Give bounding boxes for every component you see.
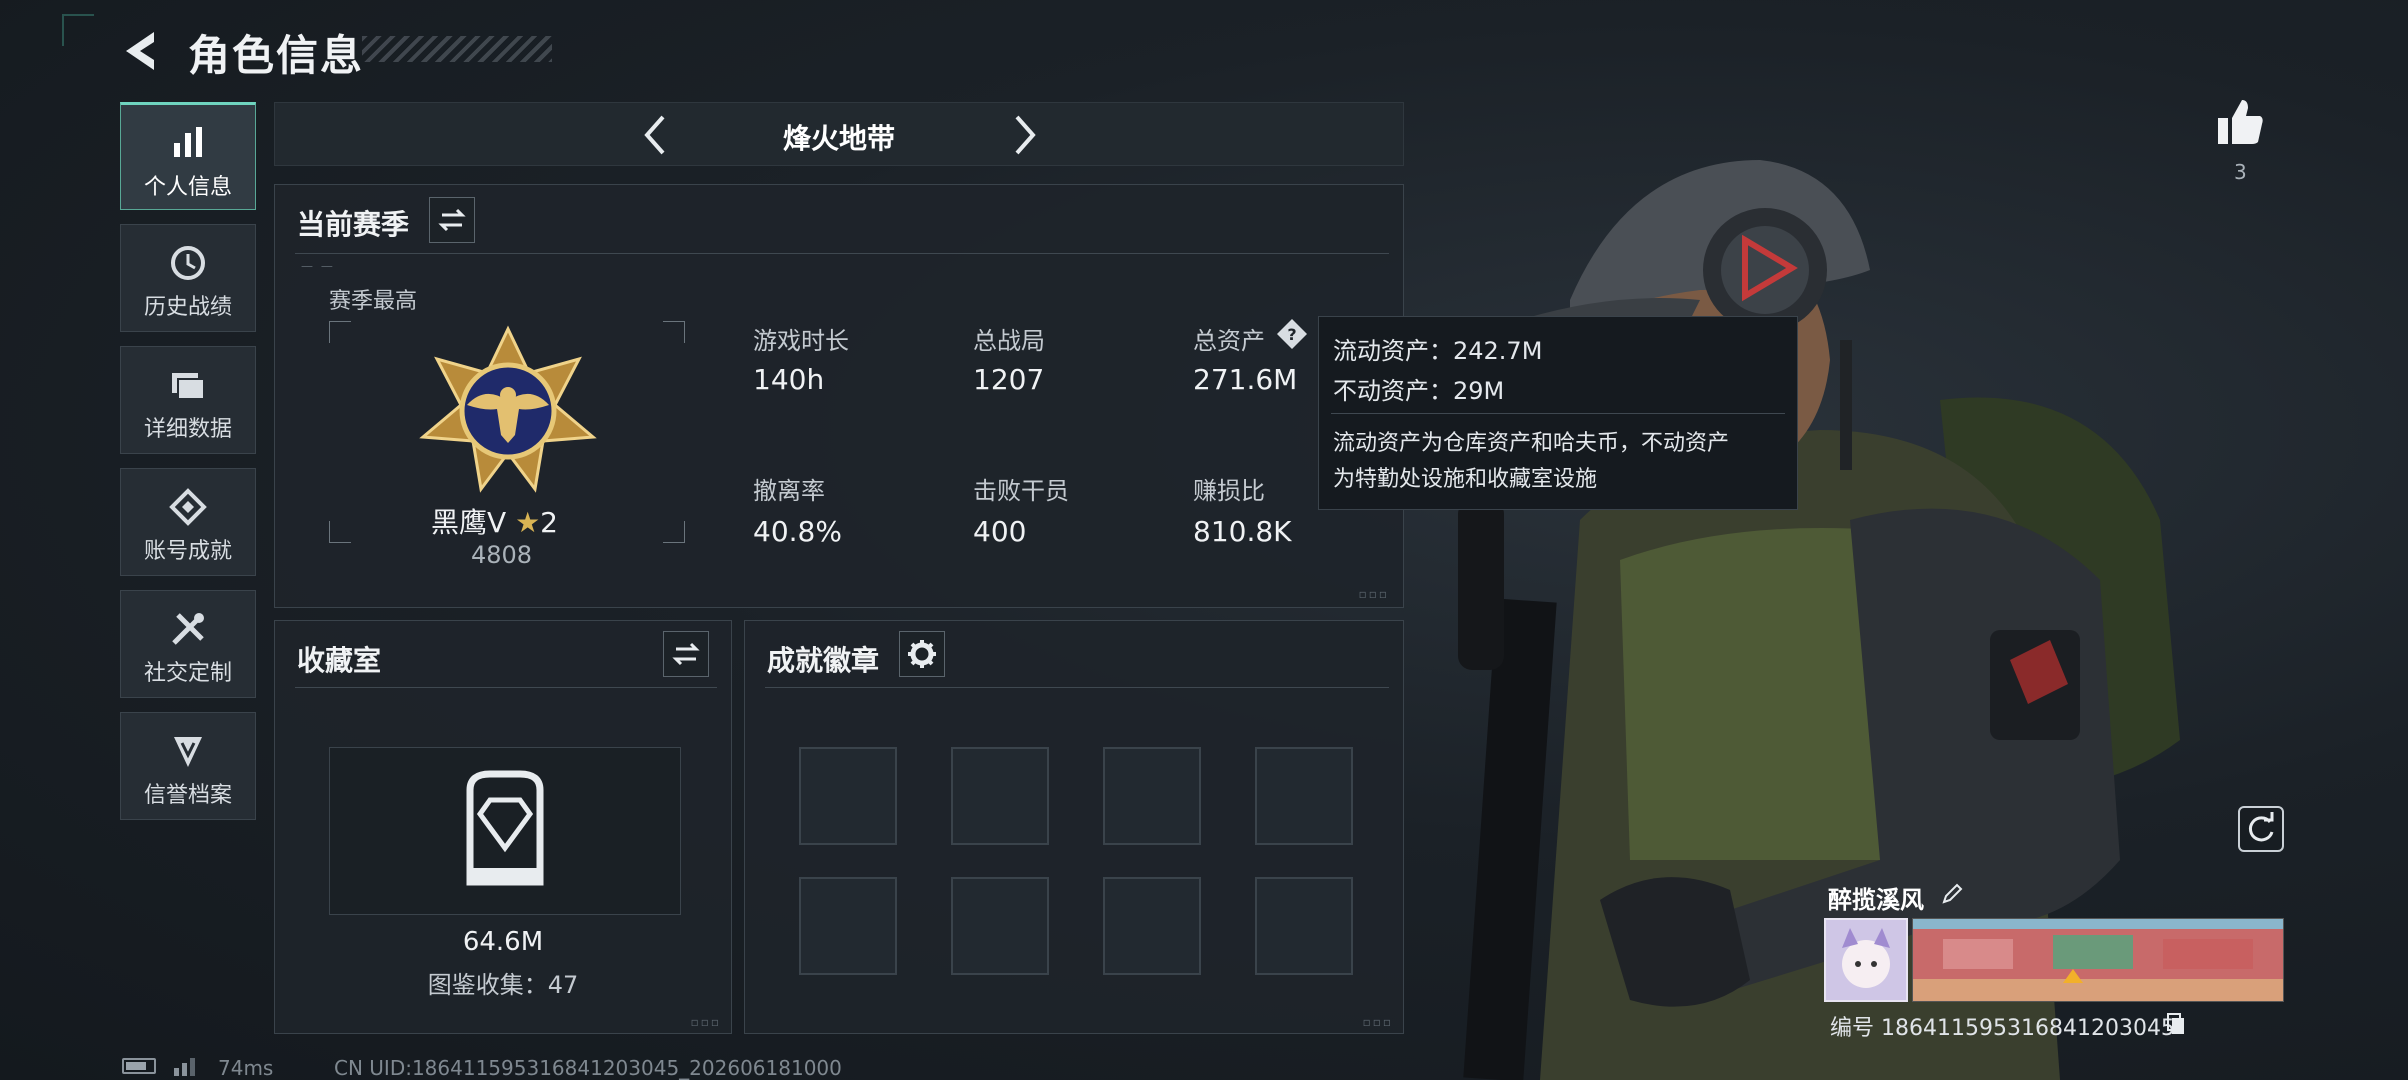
divider [1331, 413, 1785, 414]
refresh-button[interactable] [2238, 806, 2284, 852]
swap-icon [672, 642, 700, 666]
badge-slot[interactable] [799, 877, 897, 975]
sidebar-item-reputation[interactable]: 信誉档案 [120, 712, 256, 820]
stat-label-matches: 总战局 [973, 327, 1045, 355]
stat-value-assets: 271.6M [1193, 363, 1298, 396]
sidebar-item-label: 账号成就 [143, 539, 232, 564]
page-title: 角色信息 [188, 31, 365, 80]
sidebar-item-label: 详细数据 [143, 417, 232, 442]
season-switch-button[interactable] [429, 197, 475, 243]
swap-icon [438, 208, 466, 232]
divider [295, 687, 717, 688]
ping-text: 74ms [218, 1056, 274, 1080]
battery-icon [122, 1058, 156, 1074]
tools-icon [172, 613, 204, 645]
achievement-icon [169, 488, 207, 526]
badges-title: 成就徽章 [767, 644, 880, 677]
avatar[interactable] [1824, 918, 1908, 1002]
rank-stars: 2 [540, 506, 558, 539]
collection-title: 收藏室 [297, 644, 382, 677]
decoration-dots: — — [301, 259, 335, 273]
sidebar-item-achievements[interactable]: 账号成就 [120, 468, 256, 576]
badge-slot[interactable] [1103, 747, 1201, 845]
shield-icon [174, 737, 202, 767]
badge-slot[interactable] [799, 747, 897, 845]
gear-icon [908, 640, 936, 668]
stat-label-assets: 总资产 [1193, 327, 1265, 355]
sidebar-item-label: 历史战绩 [143, 295, 232, 320]
corner-decoration [62, 14, 94, 46]
star-icon: ★ [515, 506, 541, 539]
rank-name-text: 黑鹰Ⅴ [431, 506, 507, 539]
decoration-dots: ▫▫▫ [1362, 1015, 1393, 1029]
banner-image [1913, 919, 2283, 1001]
stat-value-kills: 400 [973, 515, 1027, 548]
svg-text:?: ? [1287, 325, 1296, 344]
back-arrow-icon[interactable] [118, 28, 164, 74]
edit-icon[interactable] [1940, 882, 1964, 906]
stat-label-profit-ratio: 赚损比 [1193, 477, 1265, 505]
collection-switch-button[interactable] [663, 631, 709, 677]
tooltip-liquid-assets: 流动资产：242.7M [1333, 337, 1543, 365]
badge-slot[interactable] [951, 747, 1049, 845]
likes-count: 3 [2234, 160, 2247, 184]
refresh-icon [2248, 812, 2274, 842]
profile-banner[interactable] [1912, 918, 2284, 1002]
tooltip-fixed-assets: 不动资产：29M [1333, 377, 1505, 405]
rank-name: 黑鹰Ⅴ ★2 [431, 501, 558, 541]
decoration-dots: ▫▫▫ [690, 1015, 721, 1029]
sidebar-item-history[interactable]: 历史战绩 [120, 224, 256, 332]
sidebar-item-profile[interactable]: 个人信息 [120, 102, 256, 210]
title-stripes [362, 36, 552, 62]
asset-tooltip: 流动资产：242.7M 不动资产：29M 流动资产为仓库资产和哈夫币，不动资产 … [1318, 316, 1798, 510]
divider [295, 253, 1389, 254]
clock-icon [171, 246, 205, 280]
avatar-image [1842, 928, 1890, 988]
stat-value-profit-ratio: 810.8K [1193, 515, 1292, 548]
collection-count: 图鉴收集：47 [427, 971, 579, 999]
mode-name: 烽火地带 [782, 122, 895, 155]
badge-slot[interactable] [951, 877, 1049, 975]
help-icon[interactable]: ? [1275, 317, 1309, 351]
sidebar-item-label: 社交定制 [143, 661, 232, 686]
sidebar-item-label: 个人信息 [143, 175, 232, 200]
mode-selector: 烽火地带 [274, 102, 1404, 166]
badge-slot[interactable] [1103, 877, 1201, 975]
rank-score: 4808 [471, 541, 533, 569]
season-best-label: 赛季最高 [329, 289, 418, 314]
season-panel: 当前赛季 — — 赛季最高 黑鹰Ⅴ ★2 4808 游戏时长 140h 总战局 … [274, 184, 1404, 608]
sidebar-item-details[interactable]: 详细数据 [120, 346, 256, 454]
season-title: 当前赛季 [297, 208, 410, 241]
chevron-right-icon[interactable] [1005, 113, 1045, 157]
collection-panel: 收藏室 64.6M 图鉴收集：47 ▫▫▫ [274, 620, 732, 1034]
badges-panel: 成就徽章 ▫▫▫ [744, 620, 1404, 1034]
uid-text: CN UID:186411595316841203045_20260618100… [334, 1056, 842, 1080]
copy-icon[interactable] [2166, 1012, 2186, 1036]
player-id: 编号 186411595316841203045 [1830, 1016, 2175, 1041]
collection-preview[interactable] [329, 747, 681, 915]
stat-value-playtime: 140h [753, 363, 825, 396]
collection-value: 64.6M [462, 927, 544, 957]
display-case-icon [466, 770, 544, 886]
badges-settings-button[interactable] [899, 631, 945, 677]
stat-label-playtime: 游戏时长 [753, 327, 849, 355]
folder-icon [172, 373, 205, 400]
decoration-dots: ▫▫▫ [1358, 587, 1389, 601]
sidebar-item-label: 信誉档案 [143, 783, 232, 808]
stat-label-kills: 击败干员 [973, 477, 1069, 505]
sidebar-item-social[interactable]: 社交定制 [120, 590, 256, 698]
bar-chart-icon [174, 127, 202, 157]
signal-icon [174, 1058, 195, 1076]
player-name: 醉揽溪风 [1828, 886, 1924, 914]
tooltip-desc-line2: 为特勤处设施和收藏室设施 [1333, 467, 1598, 492]
divider [765, 687, 1389, 688]
tooltip-desc-line1: 流动资产为仓库资产和哈夫币，不动资产 [1333, 431, 1730, 456]
stat-value-extract-rate: 40.8% [753, 515, 842, 548]
stat-label-extract-rate: 撤离率 [753, 477, 825, 505]
badge-slot[interactable] [1255, 877, 1353, 975]
badge-slot[interactable] [1255, 747, 1353, 845]
thumbs-up-icon[interactable] [2214, 96, 2266, 148]
rank-emblem-icon [419, 325, 597, 493]
stat-value-matches: 1207 [973, 363, 1045, 396]
